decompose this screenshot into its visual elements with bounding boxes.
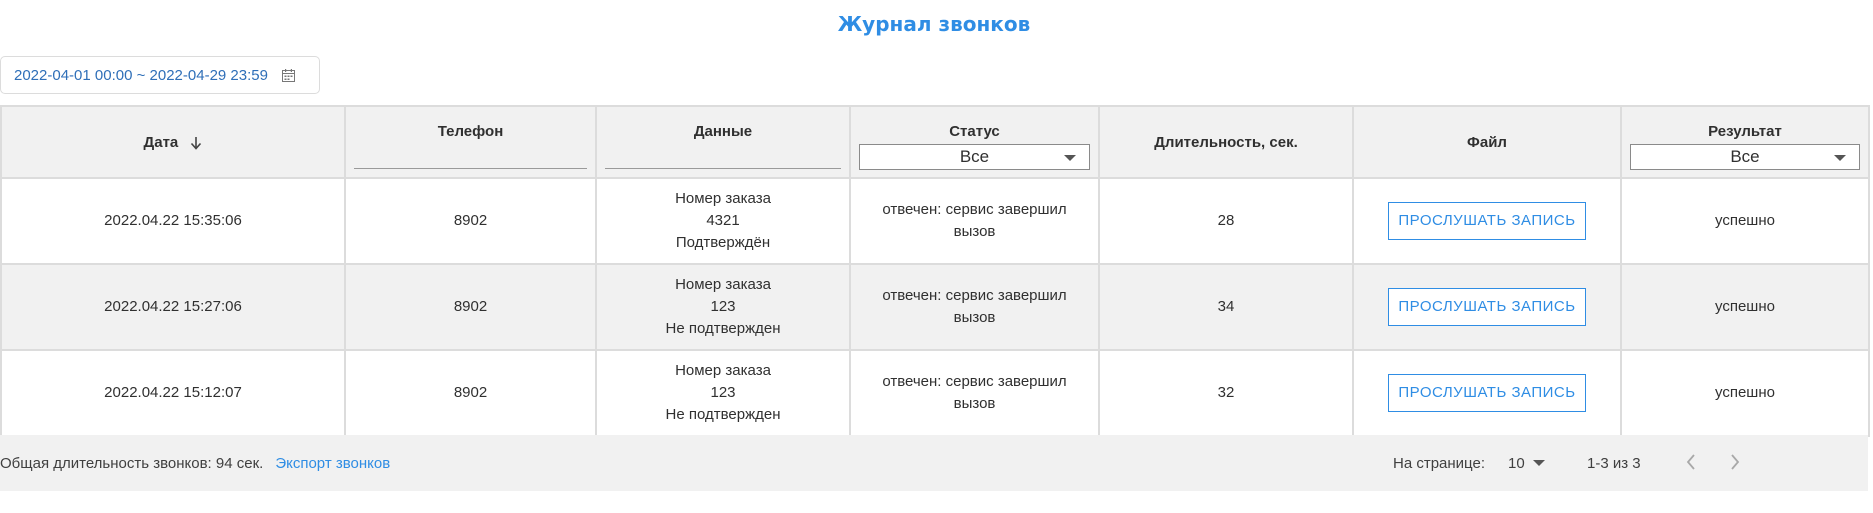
cell-result: успешно: [1620, 349, 1870, 437]
column-header-phone: Телефон: [344, 105, 597, 179]
per-page-select[interactable]: 10: [1508, 455, 1545, 472]
data-line: Не подтвержден: [665, 406, 781, 423]
data-line: Номер заказа: [675, 190, 771, 207]
cell-result: успешно: [1620, 263, 1870, 351]
chevron-left-icon[interactable]: [1685, 452, 1697, 472]
cell-status: отвечен: сервис завершил вызов: [849, 349, 1100, 437]
table-footer: Общая длительность звонков: 94 сек. Эксп…: [0, 435, 1868, 491]
cell-date: 2022.04.22 15:27:06: [0, 263, 346, 351]
caret-down-icon: [1834, 155, 1846, 161]
column-header-result: Результат Все: [1620, 105, 1870, 179]
status-filter-value: Все: [959, 147, 990, 166]
status-line: вызов: [953, 223, 996, 240]
cell-date: 2022.04.22 15:35:06: [0, 177, 346, 265]
total-duration: Общая длительность звонков: 94 сек.: [0, 454, 264, 472]
per-page-label: На странице:: [1393, 454, 1485, 472]
result-filter-select[interactable]: Все: [1630, 144, 1860, 170]
cell-file: ПРОСЛУШАТЬ ЗАПИСЬ: [1352, 349, 1622, 437]
status-line: вызов: [953, 395, 996, 412]
cell-duration: 28: [1098, 177, 1354, 265]
cell-phone: 8902: [344, 177, 597, 265]
data-line: Номер заказа: [675, 276, 771, 293]
cell-duration: 34: [1098, 263, 1354, 351]
date-range-picker[interactable]: 2022-04-01 00:00 ~ 2022-04-29 23:59: [0, 56, 320, 94]
table-row: 2022.04.22 15:27:06 8902 Номер заказа 12…: [0, 263, 1870, 351]
caret-down-icon: [1532, 460, 1545, 466]
column-header-status-label: Статус: [949, 123, 1000, 140]
table-header-row: Дата Телефон Данные Статус Все Длительно…: [0, 105, 1870, 179]
cell-result: успешно: [1620, 177, 1870, 265]
play-recording-button[interactable]: ПРОСЛУШАТЬ ЗАПИСЬ: [1388, 288, 1586, 326]
cell-status: отвечен: сервис завершил вызов: [849, 177, 1100, 265]
data-filter-input[interactable]: [605, 146, 841, 169]
cell-data: Номер заказа 4321 Подтверждён: [595, 177, 851, 265]
status-line: отвечен: сервис завершил: [882, 373, 1067, 390]
column-header-status: Статус Все: [849, 105, 1100, 179]
play-recording-button[interactable]: ПРОСЛУШАТЬ ЗАПИСЬ: [1388, 374, 1586, 412]
data-line: Подтверждён: [675, 234, 771, 251]
cell-status: отвечен: сервис завершил вызов: [849, 263, 1100, 351]
cell-duration: 32: [1098, 349, 1354, 437]
cell-phone: 8902: [344, 349, 597, 437]
data-line: Не подтвержден: [665, 320, 781, 337]
status-line: отвечен: сервис завершил: [882, 201, 1067, 218]
chevron-right-icon[interactable]: [1729, 452, 1741, 472]
phone-filter-input[interactable]: [354, 146, 587, 169]
column-header-phone-label: Телефон: [437, 123, 504, 140]
cell-file: ПРОСЛУШАТЬ ЗАПИСЬ: [1352, 263, 1622, 351]
result-filter-value: Все: [1730, 147, 1760, 166]
cell-data: Номер заказа 123 Не подтвержден: [595, 263, 851, 351]
column-header-date-label: Дата: [143, 133, 179, 151]
pagination-range: 1-3 из 3: [1587, 454, 1641, 472]
table-row: 2022.04.22 15:12:07 8902 Номер заказа 12…: [0, 349, 1870, 437]
arrow-down-icon[interactable]: [190, 136, 202, 150]
column-header-data: Данные: [595, 105, 851, 179]
data-line: 123: [710, 384, 736, 401]
status-line: отвечен: сервис завершил: [882, 287, 1067, 304]
column-header-duration: Длительность, сек.: [1098, 105, 1354, 179]
status-line: вызов: [953, 309, 996, 326]
export-calls-link[interactable]: Экспорт звонков: [275, 455, 390, 472]
per-page-value: 10: [1508, 454, 1525, 472]
cell-file: ПРОСЛУШАТЬ ЗАПИСЬ: [1352, 177, 1622, 265]
column-header-result-label: Результат: [1708, 123, 1782, 140]
cell-date: 2022.04.22 15:12:07: [0, 349, 346, 437]
status-filter-select[interactable]: Все: [859, 144, 1090, 170]
data-line: Номер заказа: [675, 362, 771, 379]
table-row: 2022.04.22 15:35:06 8902 Номер заказа 43…: [0, 177, 1870, 265]
column-header-file: Файл: [1352, 105, 1622, 179]
column-header-data-label: Данные: [693, 123, 753, 140]
cell-phone: 8902: [344, 263, 597, 351]
caret-down-icon: [1064, 155, 1076, 161]
calls-table: Дата Телефон Данные Статус Все Длительно…: [0, 105, 1870, 437]
cell-data: Номер заказа 123 Не подтвержден: [595, 349, 851, 437]
date-range-value: 2022-04-01 00:00 ~ 2022-04-29 23:59: [14, 66, 268, 84]
calendar-icon: [281, 68, 295, 82]
data-line: 4321: [706, 212, 740, 229]
column-header-date[interactable]: Дата: [0, 105, 346, 179]
page-title: Журнал звонков: [837, 12, 1031, 36]
play-recording-button[interactable]: ПРОСЛУШАТЬ ЗАПИСЬ: [1388, 202, 1586, 240]
data-line: 123: [710, 298, 736, 315]
